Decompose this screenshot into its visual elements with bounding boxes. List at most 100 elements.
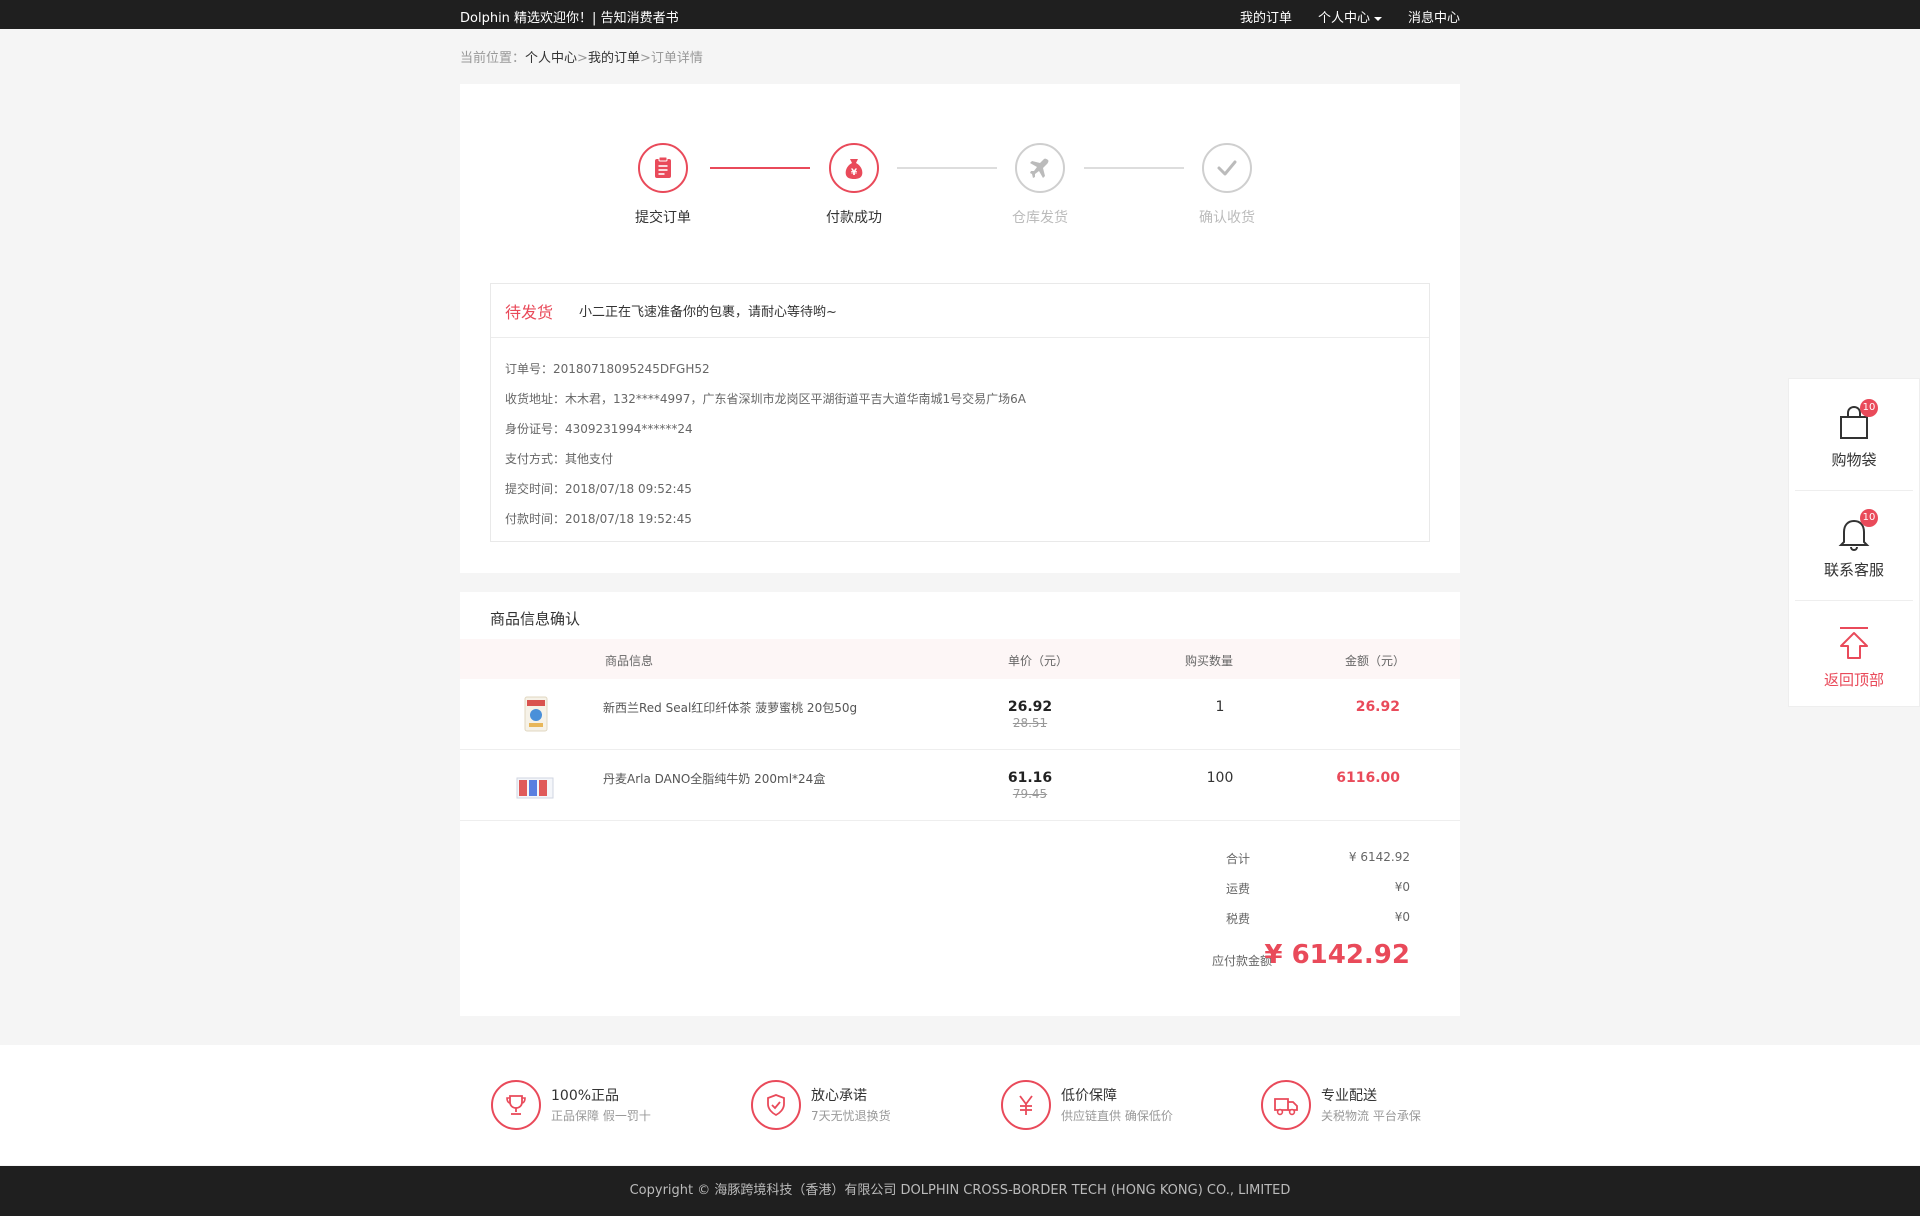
breadcrumb-sep: >	[577, 51, 588, 66]
step-label: 仓库发货	[1012, 210, 1068, 226]
guarantee-title: 放心承诺	[811, 1088, 867, 1104]
line-amount: 26.92	[1355, 699, 1400, 715]
breadcrumb-personal-center[interactable]: 个人中心	[525, 51, 577, 66]
goods-table-header: 商品信息 单价（元） 购买数量 金额（元）	[460, 639, 1460, 679]
table-row: 新西兰Red Seal红印纤体茶 菠萝蜜桃 20包50g 26.92 28.51…	[460, 679, 1460, 750]
guarantee-subtitle: 正品保障 假一罚十	[551, 1109, 651, 1123]
step-confirm-receipt: 确认收货	[1167, 143, 1287, 227]
welcome-text[interactable]: Dolphin 精选欢迎你！| 告知消费者书	[460, 7, 679, 26]
guarantee-promise: 放心承诺 7天无忧退换货	[751, 1080, 981, 1132]
shopping-bag-label: 购物袋	[1831, 451, 1877, 469]
breadcrumb-prefix: 当前位置：	[460, 51, 526, 66]
messages-link[interactable]: 消息中心	[1408, 7, 1460, 26]
shipping-row: 运费 ¥0	[1160, 880, 1410, 900]
quantity: 1	[1215, 699, 1225, 715]
tax-row: 税费 ¥0	[1160, 910, 1410, 930]
status-badge: 待发货	[505, 302, 554, 322]
guarantee-delivery: 专业配送 关税物流 平台承保	[1261, 1080, 1491, 1132]
shopping-bag-button[interactable]: 10 购物袋	[1794, 379, 1914, 487]
breadcrumb-my-orders[interactable]: 我的订单	[588, 51, 640, 66]
payment-time: 付款时间：2018/07/18 19:52:45	[505, 512, 692, 526]
step-warehouse-ship: 仓库发货	[980, 143, 1100, 227]
personal-center-menu[interactable]: 个人中心	[1318, 7, 1382, 26]
step-label: 付款成功	[826, 210, 882, 226]
order-details: 订单号：20180718095245DFGH52 收货地址：木木君，132***…	[491, 338, 1429, 534]
payable-row: 应付款金额 ¥ 6142.92	[1110, 940, 1410, 976]
payable-label: 应付款金额	[1211, 954, 1272, 968]
clipboard-icon	[638, 143, 688, 193]
check-icon	[1202, 143, 1252, 193]
top-bar-inner: Dolphin 精选欢迎你！| 告知消费者书 我的订单 个人中心 消息中心	[460, 0, 1460, 29]
subtotal-row: 合计 ¥ 6142.92	[1160, 850, 1410, 870]
submit-time: 提交时间：2018/07/18 09:52:45	[505, 482, 692, 496]
unit-price: 26.92 28.51	[1000, 699, 1060, 730]
guarantee-title: 专业配送	[1321, 1088, 1377, 1104]
product-name[interactable]: 丹麦Arla DANO全脂纯牛奶 200ml*24盒	[603, 770, 825, 787]
guarantee-low-price: 低价保障 供应链直供 确保低价	[1001, 1080, 1231, 1132]
product-thumbnail[interactable]	[515, 693, 555, 737]
order-number: 订单号：20180718095245DFGH52	[505, 362, 710, 376]
guarantee-authentic: 100%正品 正品保障 假一罚十	[491, 1080, 721, 1132]
guarantee-subtitle: 供应链直供 确保低价	[1061, 1109, 1173, 1123]
contact-service-button[interactable]: 10 联系客服	[1794, 489, 1914, 597]
status-header: 待发货 小二正在飞速准备你的包裹，请耐心等待哟~	[491, 284, 1429, 338]
product-name[interactable]: 新西兰Red Seal红印纤体茶 菠萝蜜桃 20包50g	[603, 699, 857, 716]
breadcrumb-current: 订单详情	[650, 51, 703, 66]
current-price: 61.16	[1007, 770, 1053, 786]
subtotal-label: 合计	[1225, 852, 1250, 866]
guarantees-bar: 100%正品 正品保障 假一罚十 放心承诺 7天无忧退换货 低价保障 供应链直供…	[0, 1045, 1920, 1165]
bell-icon: 10	[1834, 509, 1878, 553]
top-bar: Dolphin 精选欢迎你！| 告知消费者书 我的订单 个人中心 消息中心	[0, 0, 1920, 29]
header-info: 商品信息	[605, 654, 654, 668]
svg-text:¥: ¥	[851, 168, 858, 178]
payment-method: 支付方式：其他支付	[505, 452, 614, 466]
shipping-address: 收货地址：木木君，132****4997，广东省深圳市龙岗区平湖街道平吉大道华南…	[505, 392, 1026, 406]
current-price: 26.92	[1007, 699, 1053, 715]
product-thumbnail[interactable]	[515, 764, 555, 808]
yuan-icon	[1001, 1080, 1051, 1130]
side-panel: 10 购物袋 10 联系客服 返回顶部	[1788, 378, 1920, 707]
header-price: 单价（元）	[1008, 654, 1069, 668]
unit-price: 61.16 79.45	[1000, 770, 1060, 801]
cart-badge: 10	[1860, 399, 1878, 417]
step-payment-success: ¥ 付款成功	[794, 143, 914, 227]
guarantee-subtitle: 7天无忧退换货	[811, 1109, 891, 1123]
shield-check-icon	[751, 1080, 801, 1130]
contact-service-label: 联系客服	[1823, 561, 1884, 579]
quantity: 100	[1206, 770, 1234, 786]
copyright-text: Copyright © 海豚跨境科技（香港）有限公司 DOLPHIN CROSS…	[629, 1183, 1291, 1198]
payable-amount: ¥ 6142.92	[1264, 940, 1410, 970]
breadcrumb-sep: >	[639, 51, 651, 66]
goods-title: 商品信息确认	[490, 610, 581, 628]
order-status-box: 待发货 小二正在飞速准备你的包裹，请耐心等待哟~ 订单号：20180718095…	[490, 283, 1430, 542]
shopping-bag-icon: 10	[1834, 399, 1878, 443]
truck-icon	[1261, 1080, 1311, 1130]
shipping-value: ¥0	[1394, 880, 1410, 894]
breadcrumb: 当前位置：个人中心>我的订单>订单详情	[460, 47, 703, 66]
guarantee-title: 100%正品	[551, 1088, 620, 1104]
step-label: 确认收货	[1199, 210, 1255, 226]
guarantee-subtitle: 关税物流 平台承保	[1321, 1109, 1421, 1123]
order-progress-card: 提交订单 ¥ 付款成功 仓库发货 确认收货 待发货 小二正在飞速准备你的包裹，请…	[460, 84, 1460, 573]
table-row: 丹麦Arla DANO全脂纯牛奶 200ml*24盒 61.16 79.45 1…	[460, 750, 1460, 821]
money-bag-icon: ¥	[829, 143, 879, 193]
original-price: 79.45	[1012, 787, 1048, 801]
plane-icon	[1015, 143, 1065, 193]
my-orders-link[interactable]: 我的订单	[1240, 7, 1292, 26]
back-to-top-label: 返回顶部	[1823, 671, 1884, 689]
original-price: 28.51	[1012, 716, 1048, 730]
arrow-up-icon	[1834, 623, 1874, 663]
header-qty: 购买数量	[1185, 654, 1234, 668]
trophy-icon	[491, 1080, 541, 1130]
id-number: 身份证号：4309231994******24	[505, 422, 693, 436]
header-amount: 金额（元）	[1345, 654, 1406, 668]
step-submit-order: 提交订单	[603, 143, 723, 227]
line-amount: 6116.00	[1336, 770, 1400, 786]
step-label: 提交订单	[635, 210, 691, 226]
shipping-label: 运费	[1225, 882, 1250, 896]
goods-card: 商品信息确认 商品信息 单价（元） 购买数量 金额（元） 新西兰Red Seal…	[460, 592, 1460, 1016]
caret-down-icon	[1373, 16, 1382, 21]
back-to-top-button[interactable]: 返回顶部	[1794, 599, 1914, 707]
tax-value: ¥0	[1394, 910, 1410, 924]
footer: Copyright © 海豚跨境科技（香港）有限公司 DOLPHIN CROSS…	[0, 1166, 1920, 1216]
